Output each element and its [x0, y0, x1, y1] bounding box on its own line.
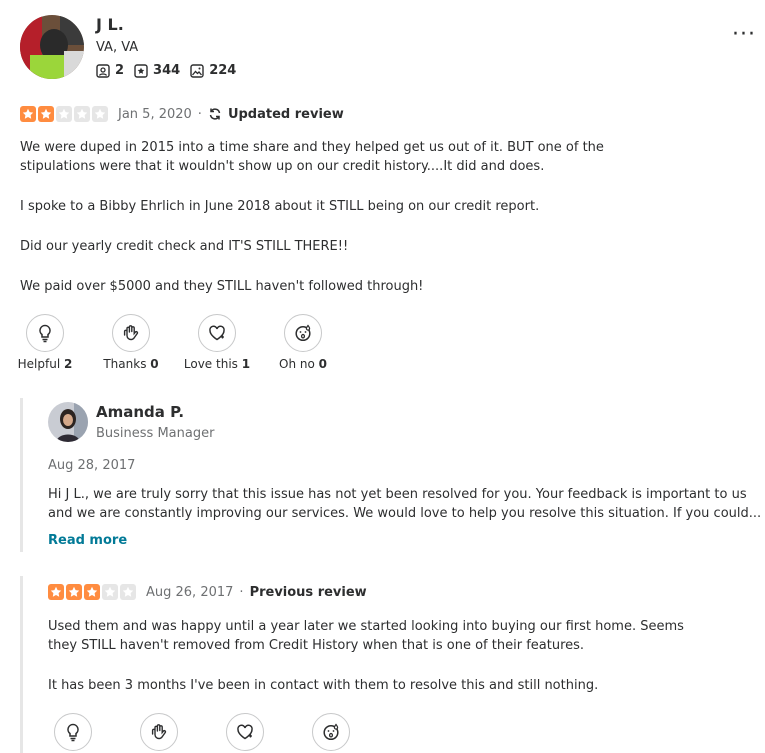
owner-title: Business Manager: [96, 426, 215, 441]
photos-count: 224: [209, 63, 237, 78]
previous-review-meta-row: Aug 26, 2017 · Previous review: [48, 584, 367, 600]
star-empty-icon: [102, 584, 118, 600]
heart-icon[interactable]: [198, 314, 236, 352]
friends-stat: 2: [96, 63, 124, 78]
love-this-reaction[interactable]: Love this 1: [182, 314, 252, 371]
reply-text: Hi J L., we are truly sorry that this is…: [48, 485, 761, 523]
star-empty-icon: [120, 584, 136, 600]
star-filled-icon: [84, 584, 100, 600]
previous-love-this-reaction[interactable]: [210, 713, 280, 751]
previous-review-date: Aug 26, 2017: [146, 584, 234, 600]
photos-stat: 224: [190, 63, 236, 78]
review-star-icon: [134, 63, 148, 78]
previous-review-label: Previous review: [249, 584, 367, 600]
star-empty-icon: [74, 106, 90, 122]
owner-avatar[interactable]: [48, 402, 88, 442]
previous-review-divider: [20, 576, 23, 753]
friends-icon: [96, 63, 110, 78]
review-line: We paid over $5000 and they STILL haven'…: [20, 279, 424, 294]
review-text: We were duped in 2015 into a time share …: [20, 138, 604, 296]
reaction-label: Oh no: [279, 357, 315, 371]
more-options-icon[interactable]: ···: [732, 22, 756, 47]
previous-review-line: It has been 3 months I've been in contac…: [48, 678, 599, 693]
waving-hand-icon[interactable]: [112, 314, 150, 352]
star-empty-icon: [92, 106, 108, 122]
owner-name[interactable]: Amanda P.: [96, 403, 184, 421]
reply-line: and we are constantly improving our serv…: [48, 506, 762, 521]
review-meta: Jan 5, 2020 · Updated review: [118, 107, 344, 122]
previous-review-line: Used them and was happy until a year lat…: [48, 619, 684, 634]
surprised-face-icon[interactable]: [312, 713, 350, 751]
previous-helpful-reaction[interactable]: [38, 713, 108, 751]
thanks-reaction[interactable]: Thanks 0: [96, 314, 166, 371]
reply-line: Hi J L., we are truly sorry that this is…: [48, 487, 747, 502]
review-meta-row: Jan 5, 2020 · Updated review: [20, 106, 344, 122]
waving-hand-icon[interactable]: [140, 713, 178, 751]
previous-review-line: they STILL haven't removed from Credit H…: [48, 638, 585, 653]
surprised-face-icon[interactable]: [284, 314, 322, 352]
star-filled-icon: [66, 584, 82, 600]
reviewer-name[interactable]: J L.: [96, 15, 124, 34]
reply-date: Aug 28, 2017: [48, 458, 136, 473]
review-line: I spoke to a Bibby Ehrlich in June 2018 …: [20, 199, 540, 214]
reviewer-avatar[interactable]: [20, 15, 84, 79]
reaction-count: 0: [318, 357, 327, 371]
star-filled-icon: [20, 106, 36, 122]
previous-review-meta: Aug 26, 2017 · Previous review: [146, 585, 367, 600]
separator-dot: ·: [197, 106, 202, 122]
oh-no-reaction[interactable]: Oh no 0: [268, 314, 338, 371]
updated-review-label: Updated review: [227, 106, 344, 122]
lightbulb-icon[interactable]: [26, 314, 64, 352]
friends-count: 2: [115, 63, 125, 78]
reviewer-location: VA, VA: [96, 40, 139, 55]
previous-review-text: Used them and was happy until a year lat…: [48, 617, 684, 695]
previous-oh-no-reaction[interactable]: [296, 713, 366, 751]
heart-icon[interactable]: [226, 713, 264, 751]
separator-dot: ·: [239, 584, 244, 600]
photo-icon: [190, 63, 204, 78]
previous-reactions-bar: [38, 713, 366, 751]
star-rating: [20, 106, 108, 122]
lightbulb-icon[interactable]: [54, 713, 92, 751]
review-line: stipulations were that it wouldn't show …: [20, 159, 545, 174]
helpful-reaction[interactable]: Helpful 2: [10, 314, 80, 371]
reaction-count: 0: [150, 357, 159, 371]
reaction-count: 1: [241, 357, 251, 371]
reaction-label: Helpful: [17, 357, 61, 371]
reactions-bar: Helpful 2 Thanks 0 Love this 1 Oh no 0: [10, 314, 338, 371]
star-empty-icon: [56, 106, 72, 122]
reviewer-stats: 2 344 224: [96, 63, 236, 78]
reviews-count: 344: [153, 63, 181, 78]
star-filled-icon: [48, 584, 64, 600]
review-line: Did our yearly credit check and IT'S STI…: [20, 239, 349, 254]
reviews-stat: 344: [134, 63, 180, 78]
reaction-label: Thanks: [103, 357, 147, 371]
previous-thanks-reaction[interactable]: [124, 713, 194, 751]
star-filled-icon: [38, 106, 54, 122]
review-line: We were duped in 2015 into a time share …: [20, 140, 604, 155]
reply-divider: [20, 398, 23, 552]
read-more-link[interactable]: Read more: [48, 533, 127, 548]
reaction-label: Love this: [183, 357, 238, 371]
refresh-icon: [209, 108, 221, 120]
reaction-count: 2: [64, 357, 73, 371]
review-date: Jan 5, 2020: [118, 106, 192, 122]
previous-star-rating: [48, 584, 136, 600]
